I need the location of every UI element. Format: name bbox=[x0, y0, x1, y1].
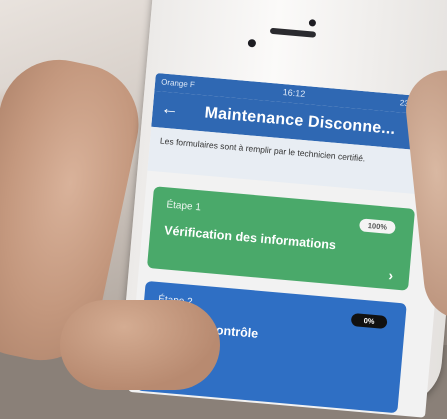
progress-badge: 0% bbox=[350, 312, 388, 330]
progress-badge: 100% bbox=[358, 218, 396, 235]
clock-time: 16:12 bbox=[282, 87, 306, 100]
step-name: Vérification des informations bbox=[163, 223, 337, 253]
step-card-1[interactable]: Étape 1 100% Vérification des informatio… bbox=[146, 186, 416, 291]
carrier-label: Orange F bbox=[160, 77, 196, 90]
arrow-left-icon[interactable]: ← bbox=[160, 98, 180, 120]
chevron-right-icon[interactable]: › bbox=[388, 267, 394, 283]
phone-device: Orange F 16:12 23 % ← Maintenance Discon… bbox=[0, 0, 447, 418]
step-label: Étape 1 bbox=[166, 199, 202, 214]
hand-thumb bbox=[60, 300, 220, 390]
